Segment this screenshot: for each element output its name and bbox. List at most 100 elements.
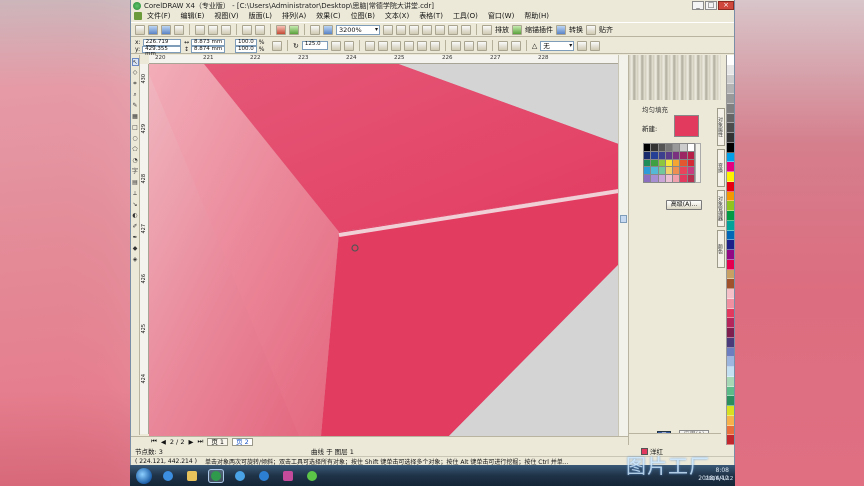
outline-tool-icon[interactable]: ✒ [132, 234, 139, 242]
menu-effects[interactable]: 效果(C) [316, 11, 340, 21]
mirror-v-icon[interactable] [343, 40, 354, 51]
menu-bitmaps[interactable]: 位图(B) [351, 11, 375, 21]
taskbar-app[interactable] [280, 469, 296, 483]
taskbar-explorer[interactable] [184, 469, 200, 483]
x-field[interactable]: 226.719 mm [142, 38, 181, 49]
tab-color[interactable]: 颜色 [717, 230, 725, 268]
color-palette-strip[interactable] [726, 55, 734, 445]
tab-object-manager[interactable]: 对象管理器 [717, 189, 725, 228]
copy-icon[interactable] [208, 24, 218, 35]
zoom-in-icon[interactable] [383, 24, 393, 35]
advanced-button[interactable]: 高级(A)... [666, 200, 702, 210]
taskbar-ie2[interactable] [256, 469, 272, 483]
menu-tools[interactable]: 工具(O) [453, 11, 478, 21]
convert-label[interactable]: 转换 [569, 25, 583, 35]
next-page-icon[interactable]: ▶ [188, 438, 193, 446]
open-icon[interactable] [148, 24, 158, 35]
undo-icon[interactable] [242, 24, 252, 35]
paste-icon[interactable] [221, 24, 231, 35]
palette-scrollbar[interactable] [695, 143, 701, 183]
print-icon[interactable] [174, 24, 184, 35]
scale-x-field[interactable]: 100.0 [235, 38, 257, 46]
node-delete-icon[interactable] [377, 40, 388, 51]
connector-tool-icon[interactable]: ↘ [132, 201, 139, 209]
taskbar-browser[interactable] [232, 469, 248, 483]
menu-window[interactable]: 窗口(W) [488, 11, 514, 21]
drawing-canvas[interactable] [149, 64, 639, 436]
zoom-selected-icon[interactable] [461, 24, 471, 35]
width-field[interactable]: 8.873 mm [191, 38, 226, 46]
reverse-icon[interactable] [497, 40, 508, 51]
wrap-icon[interactable] [577, 40, 588, 51]
angle-field[interactable]: 125.0 [301, 41, 328, 50]
horizontal-ruler[interactable]: 220 221 222 223 224 225 226 227 228 [149, 55, 649, 64]
last-page-icon[interactable]: ⏭ [197, 437, 203, 446]
rectangle-tool-icon[interactable]: □ [132, 124, 139, 132]
minimize-button[interactable]: _ [692, 1, 704, 10]
outline-width-select[interactable]: 无 ▾ [540, 40, 575, 51]
height-field[interactable]: 8.874 mm [191, 45, 226, 53]
dimension-tool-icon[interactable]: ⟂ [132, 190, 139, 198]
arrange-icon[interactable] [482, 24, 492, 35]
arrange-label[interactable]: 排放 [495, 25, 509, 35]
convert-icon[interactable] [556, 24, 566, 35]
menu-edit[interactable]: 编辑(E) [181, 11, 205, 21]
y-field[interactable]: 429.355 mm [142, 45, 181, 56]
tab-object-properties[interactable]: 对象属性 [717, 108, 725, 146]
interactive-fill-icon[interactable]: ◈ [132, 256, 139, 264]
redo-icon[interactable] [255, 24, 265, 35]
cut-icon[interactable] [195, 24, 205, 35]
color-palette-grid[interactable] [643, 143, 695, 183]
zoom-out-icon[interactable] [396, 24, 406, 35]
lock-ratio-icon[interactable] [272, 40, 282, 51]
launcher-icon[interactable] [310, 24, 320, 35]
node-join-icon[interactable] [390, 40, 401, 51]
taskbar-coreldraw[interactable] [208, 468, 224, 483]
vertical-ruler[interactable]: 430 429 428 427 426 425 424 [140, 64, 149, 434]
plugin-icon[interactable] [512, 24, 522, 35]
menu-arrange[interactable]: 排列(A) [282, 11, 306, 21]
menu-text[interactable]: 文本(X) [385, 11, 409, 21]
menu-table[interactable]: 表格(T) [419, 11, 443, 21]
close-button[interactable]: × [718, 1, 734, 10]
ellipse-tool-icon[interactable]: ○ [132, 135, 139, 143]
wrap-text-icon[interactable] [590, 40, 601, 51]
zoom-tool-icon[interactable]: ⌕ [132, 91, 139, 99]
tab-transform[interactable]: 变换 [717, 148, 725, 187]
menu-file[interactable]: 文件(F) [147, 11, 171, 21]
table-tool-icon[interactable]: ▤ [132, 179, 139, 187]
symmetric-icon[interactable] [476, 40, 487, 51]
taskbar-wechat[interactable] [304, 469, 320, 483]
node-add-icon[interactable] [364, 40, 375, 51]
document-icon[interactable] [134, 12, 142, 20]
first-page-icon[interactable]: ⏮ [151, 437, 157, 446]
page-tab-2[interactable]: 页 2 [232, 437, 253, 446]
export-icon[interactable] [289, 24, 299, 35]
smooth-icon[interactable] [463, 40, 474, 51]
zoom-page-icon[interactable] [422, 24, 432, 35]
extract-icon[interactable] [510, 40, 521, 51]
taskbar-ie[interactable] [160, 469, 176, 483]
page-tab-1[interactable]: 页 1 [207, 437, 229, 446]
import-icon[interactable] [276, 24, 286, 35]
polygon-tool-icon[interactable]: ⬠ [132, 146, 139, 154]
node-break-icon[interactable] [403, 40, 414, 51]
scale-y-field[interactable]: 100.0 [235, 45, 257, 53]
crop-tool-icon[interactable]: ⌗ [132, 80, 139, 88]
freehand-tool-icon[interactable]: ✎ [132, 102, 139, 110]
new-icon[interactable] [135, 24, 145, 35]
shape-tool-icon[interactable]: ◇ [132, 69, 139, 77]
to-curve-icon[interactable] [429, 40, 440, 51]
cusp-icon[interactable] [450, 40, 461, 51]
smart-fill-icon[interactable]: ▦ [132, 113, 139, 121]
save-icon[interactable] [161, 24, 171, 35]
menu-help[interactable]: 帮助(H) [524, 11, 549, 21]
zoom-width-icon[interactable] [435, 24, 445, 35]
scrollbar-thumb[interactable] [620, 215, 627, 223]
basic-shapes-icon[interactable]: ◔ [132, 157, 139, 165]
prev-page-icon[interactable]: ◀ [161, 438, 166, 446]
pick-tool-icon[interactable]: ↖ [131, 58, 139, 66]
zoom-select[interactable]: 3200% ▾ [336, 24, 380, 35]
start-button[interactable] [136, 467, 152, 484]
text-tool-icon[interactable]: 字 [132, 168, 139, 176]
